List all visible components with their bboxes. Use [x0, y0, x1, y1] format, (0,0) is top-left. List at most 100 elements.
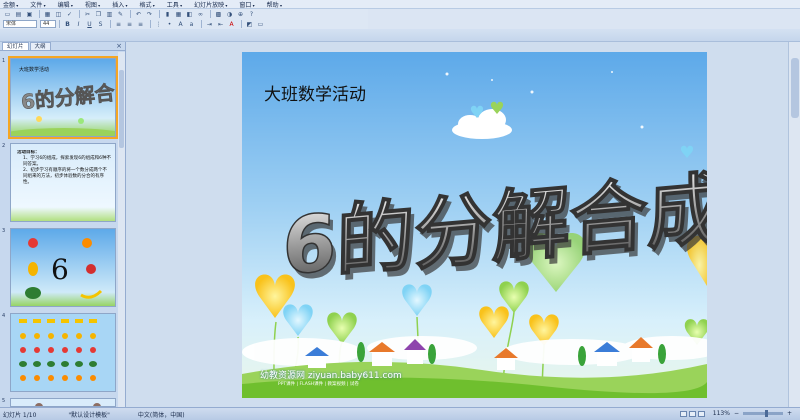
menu-first[interactable]: 金额	[3, 0, 18, 9]
copy-icon[interactable]: ❐	[94, 10, 103, 18]
toolbar-separator	[79, 10, 80, 18]
sorter-view-icon[interactable]	[688, 410, 696, 417]
preview-icon[interactable]: ◫	[54, 10, 63, 18]
format-painter-icon[interactable]: ✎	[116, 10, 125, 18]
zoom-controls: 113% − +	[679, 410, 792, 417]
toolbar-separator	[59, 20, 60, 28]
slide-number: 5	[2, 398, 6, 404]
canvas-scroll-thumb[interactable]	[791, 58, 799, 118]
tab-slides[interactable]: 幻灯片	[2, 42, 29, 50]
zoom-slider[interactable]	[742, 410, 783, 417]
zoom-in-icon[interactable]: +	[787, 410, 792, 417]
slide-footer-sub: PPT课件 | FLASH课件 | 教案视频 | 试卷	[278, 382, 359, 387]
slide-number: 3	[2, 228, 6, 234]
slide-thumbnail-5[interactable]	[10, 398, 116, 407]
print-icon[interactable]: ▦	[43, 10, 52, 18]
status-theme: "默认设计模板"	[68, 411, 110, 419]
toolbar-separator	[201, 20, 202, 28]
image-icon[interactable]: ◧	[185, 10, 194, 18]
color-icon[interactable]: ◑	[225, 10, 234, 18]
toolbar-empty-area	[368, 9, 800, 29]
toolbar-separator	[39, 10, 40, 18]
chart-icon[interactable]: ▮	[163, 10, 172, 18]
grid-icon[interactable]: ▩	[214, 10, 223, 18]
bullets-icon[interactable]: •	[165, 20, 174, 28]
panel-scroll-thumb[interactable]	[119, 70, 124, 148]
menu-bar: 金额 文件 编辑 视图 插入 格式 工具 幻灯片放映 窗口 帮助	[0, 0, 800, 9]
indent-icon[interactable]: ⇥	[205, 20, 214, 28]
help-icon[interactable]: ?	[247, 10, 256, 18]
slides-panel: 幻灯片 大纲 × 1 大班数学活动 6的分解合成 2 活动目标： 1、学习6的组…	[0, 42, 126, 407]
menu-insert[interactable]: 插入	[112, 0, 127, 9]
paste-icon[interactable]: ▥	[105, 10, 114, 18]
slide-title[interactable]: 大班数学活动	[264, 80, 366, 105]
slide-thumbnail-4[interactable]	[10, 313, 116, 392]
toolbar-separator	[150, 20, 151, 28]
increase-font-icon[interactable]: A	[176, 20, 185, 28]
zoom-icon[interactable]: ⊕	[236, 10, 245, 18]
slide-thumbnail-3[interactable]: 6	[10, 228, 116, 307]
thumb-title: 大班数学活动	[19, 66, 49, 73]
zoom-out-icon[interactable]: −	[734, 410, 739, 417]
slide-footer-watermark: 幼教资源网 ziyuan.baby611.com	[260, 371, 402, 381]
outdent-icon[interactable]: ⇤	[216, 20, 225, 28]
status-slide-info: 幻灯片 1/10	[3, 411, 37, 419]
slide-thumbnail-1[interactable]: 大班数学活动 6的分解合成	[8, 56, 118, 139]
italic-icon[interactable]: I	[74, 20, 83, 28]
new-icon[interactable]: ▭	[3, 10, 12, 18]
current-slide[interactable]: 6的分解合成 6的分解合成 大班数学活动 幼教资源网 ziyuan.baby61…	[242, 52, 707, 398]
standard-toolbar: ▭ ▤ ▣ ▦ ◫ ✓ ✂ ❐ ▥ ✎ ↶ ↷ ▮ ▦ ◧ ∞ ▩ ◑ ⊕ ?	[0, 9, 368, 19]
menu-file[interactable]: 文件	[30, 0, 45, 9]
slide-2-preview: 活动目标： 1、学习6的组成，探索发现6的组成和6种不同答案。 2、初步学习有顺…	[11, 144, 115, 221]
menu-tools[interactable]: 工具	[167, 0, 182, 9]
shadow-icon[interactable]: S	[96, 20, 105, 28]
toolbar-separator	[210, 10, 211, 18]
cut-icon[interactable]: ✂	[83, 10, 92, 18]
undo-icon[interactable]: ↶	[134, 10, 143, 18]
table-icon[interactable]: ▦	[174, 10, 183, 18]
redo-icon[interactable]: ↷	[145, 10, 154, 18]
panel-scrollbar[interactable]	[118, 52, 125, 407]
align-left-icon[interactable]: ≡	[114, 20, 123, 28]
slide-number: 2	[2, 143, 6, 149]
underline-icon[interactable]: U	[85, 20, 94, 28]
slide-thumbnail-2[interactable]: 活动目标： 1、学习6的组成，探索发现6的组成和6种不同答案。 2、初步学习有顺…	[10, 143, 116, 222]
toolbar-separator	[130, 10, 131, 18]
menu-slideshow[interactable]: 幻灯片放映	[194, 0, 227, 9]
slide-canvas: 6的分解合成 6的分解合成 大班数学活动 幼教资源网 ziyuan.baby61…	[127, 42, 800, 407]
thumb-line: 2、初步学习有顺序的将一个数分成两个不同组来的方法，初步体验数的分合的有序性。	[23, 168, 107, 185]
close-icon[interactable]: ×	[116, 42, 122, 50]
normal-view-icon[interactable]	[679, 410, 687, 417]
menu-view[interactable]: 视图	[85, 0, 100, 9]
menu-help[interactable]: 帮助	[267, 0, 282, 9]
numbering-icon[interactable]: ⋮	[154, 20, 163, 28]
slide-1-preview: 大班数学活动 6的分解合成	[11, 59, 115, 136]
menu-window[interactable]: 窗口	[239, 0, 254, 9]
menu-format[interactable]: 格式	[139, 0, 154, 9]
panel-tabs: 幻灯片 大纲 ×	[0, 42, 125, 51]
view-buttons	[679, 410, 707, 417]
new-slide-icon[interactable]: ▭	[256, 20, 265, 28]
decrease-font-icon[interactable]: a	[187, 20, 196, 28]
zoom-level[interactable]: 113%	[713, 410, 730, 417]
font-color-icon[interactable]: A	[227, 20, 236, 28]
design-icon[interactable]: ◩	[245, 20, 254, 28]
slideshow-view-icon[interactable]	[697, 410, 705, 417]
font-size-combo[interactable]: 44	[40, 20, 56, 28]
slide-number: 4	[2, 313, 6, 319]
thumb-line: 1、学习6的组成，探索发现6的组成和6种不同答案。	[23, 156, 111, 167]
toolbar-separator	[110, 20, 111, 28]
align-center-icon[interactable]: ≡	[125, 20, 134, 28]
open-icon[interactable]: ▤	[14, 10, 23, 18]
save-icon[interactable]: ▣	[25, 10, 34, 18]
menu-edit[interactable]: 编辑	[58, 0, 73, 9]
status-language: 中文(简体，中国)	[137, 411, 185, 419]
font-name-combo[interactable]: 宋体	[3, 20, 37, 28]
hyperlink-icon[interactable]: ∞	[196, 10, 205, 18]
canvas-scrollbar[interactable]	[788, 42, 800, 407]
big-title: 6的分解合成	[282, 163, 707, 293]
spell-icon[interactable]: ✓	[65, 10, 74, 18]
tab-outline[interactable]: 大纲	[29, 42, 51, 50]
bold-icon[interactable]: B	[63, 20, 72, 28]
align-right-icon[interactable]: ≡	[136, 20, 145, 28]
